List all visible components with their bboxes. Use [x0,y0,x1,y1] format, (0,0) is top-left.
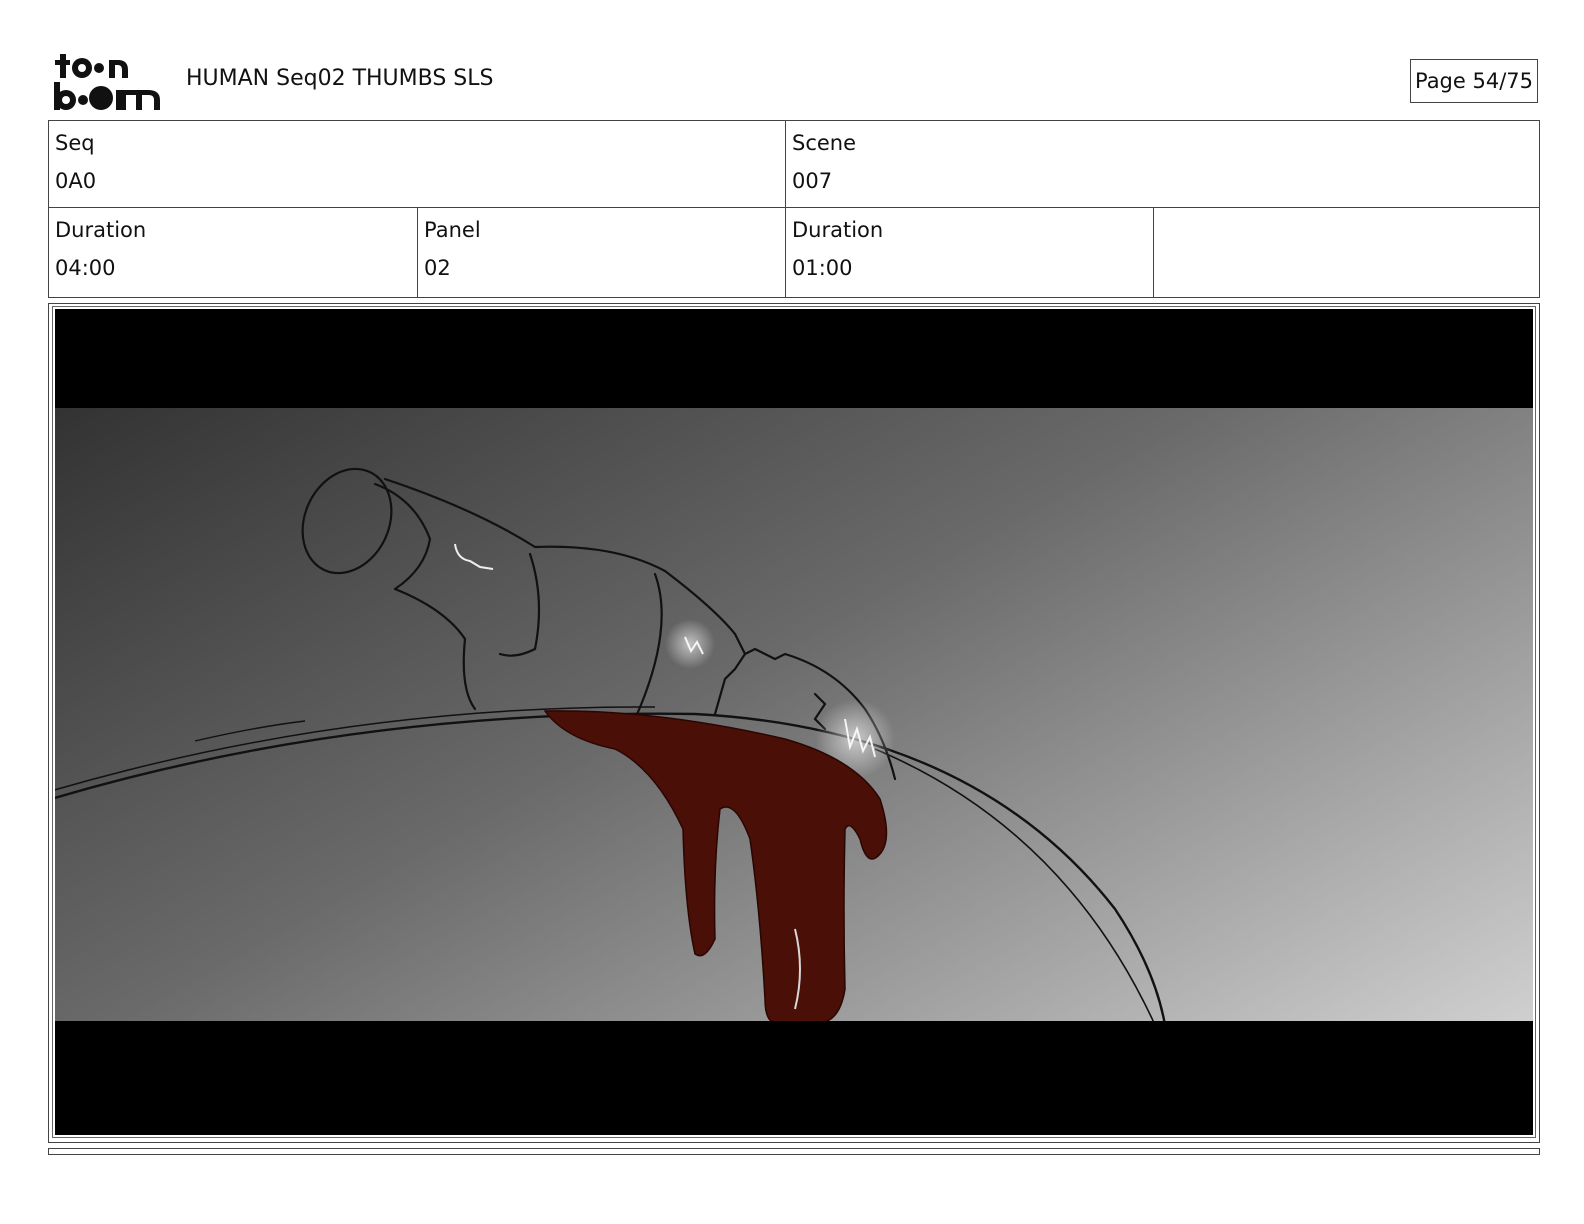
storyboard-panel-image [55,309,1533,1135]
letterbox-bottom [55,1021,1533,1135]
empty-cell [1154,208,1539,296]
document-title: HUMAN Seq02 THUMBS SLS [186,66,494,91]
seq-duration-value: 04:00 [55,256,116,280]
scene-info-grid: Seq 0A0 Scene 007 Duration 04:00 Panel 0… [48,120,1540,298]
panel-duration-label: Duration [792,218,884,242]
toonboom-logo [54,54,160,110]
footer-rule [48,1148,1540,1155]
panel-label: Panel [424,218,481,242]
panel-cell: Panel 02 [418,208,785,296]
seq-duration-cell: Duration 04:00 [49,208,417,296]
scene-cell: Scene 007 [786,121,1522,207]
panel-duration-cell: Duration 01:00 [786,208,1153,296]
seq-label: Seq [55,131,95,155]
panel-duration-value: 01:00 [792,256,853,280]
scene-value: 007 [792,169,833,193]
seq-duration-label: Duration [55,218,147,242]
letterbox-top [55,309,1533,408]
page-indicator: Page 54/75 [1410,59,1538,103]
seq-value: 0A0 [55,169,97,193]
panel-value: 02 [424,256,451,280]
scene-label: Scene [792,131,857,155]
seq-cell: Seq 0A0 [49,121,785,207]
